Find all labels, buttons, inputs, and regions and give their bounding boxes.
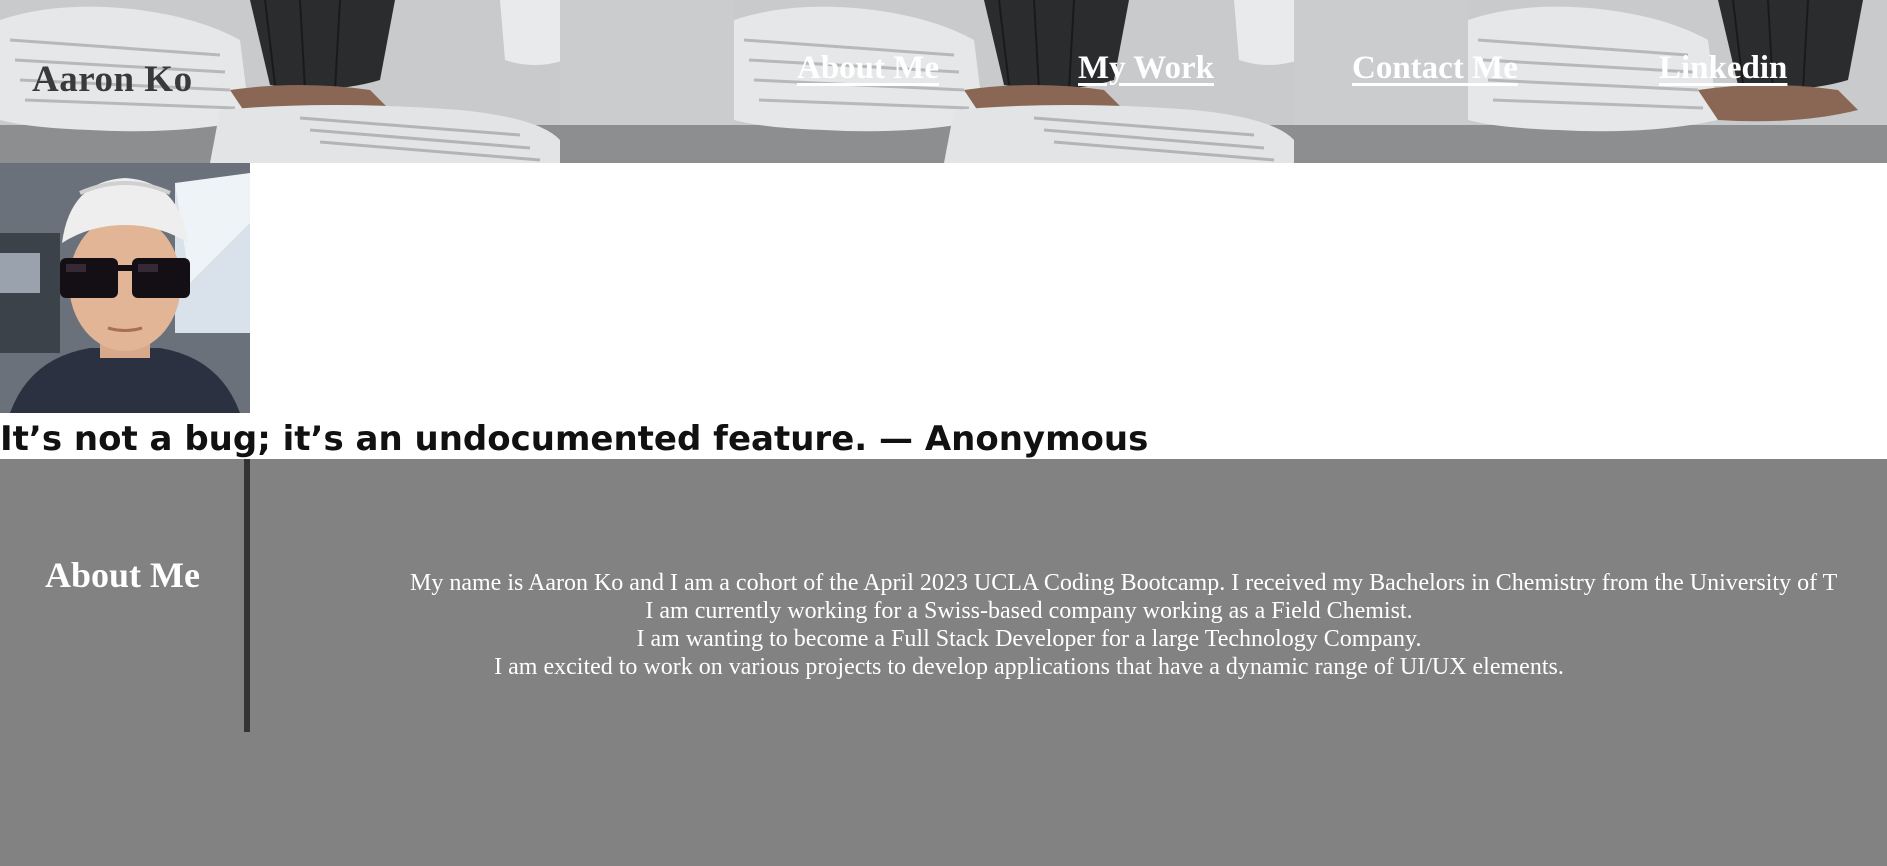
- nav-link-about-me[interactable]: About Me: [797, 50, 939, 87]
- quote-text: It’s not a bug; it’s an undocumented fea…: [0, 419, 1149, 459]
- nav-link-contact-me[interactable]: Contact Me: [1352, 50, 1518, 87]
- about-line: I am excited to work on various projects…: [494, 654, 1564, 680]
- nav-link-linkedin[interactable]: Linkedin: [1659, 50, 1787, 87]
- about-description: My name is Aaron Ko and I am a cohort of…: [410, 569, 1887, 681]
- profile-photo: [0, 163, 250, 413]
- about-line: My name is Aaron Ko and I am a cohort of…: [410, 570, 1838, 596]
- about-line: I am wanting to become a Full Stack Deve…: [636, 626, 1422, 652]
- site-header: Aaron Ko About Me My Work Contact Me Lin…: [0, 0, 1887, 163]
- about-section: About Me My name is Aaron Ko and I am a …: [0, 459, 1887, 866]
- section-divider: [244, 459, 250, 732]
- about-line: I am currently working for a Swiss-based…: [645, 598, 1413, 624]
- about-heading: About Me: [45, 555, 200, 595]
- nav-link-my-work[interactable]: My Work: [1078, 50, 1214, 87]
- site-logo: Aaron Ko: [32, 59, 193, 100]
